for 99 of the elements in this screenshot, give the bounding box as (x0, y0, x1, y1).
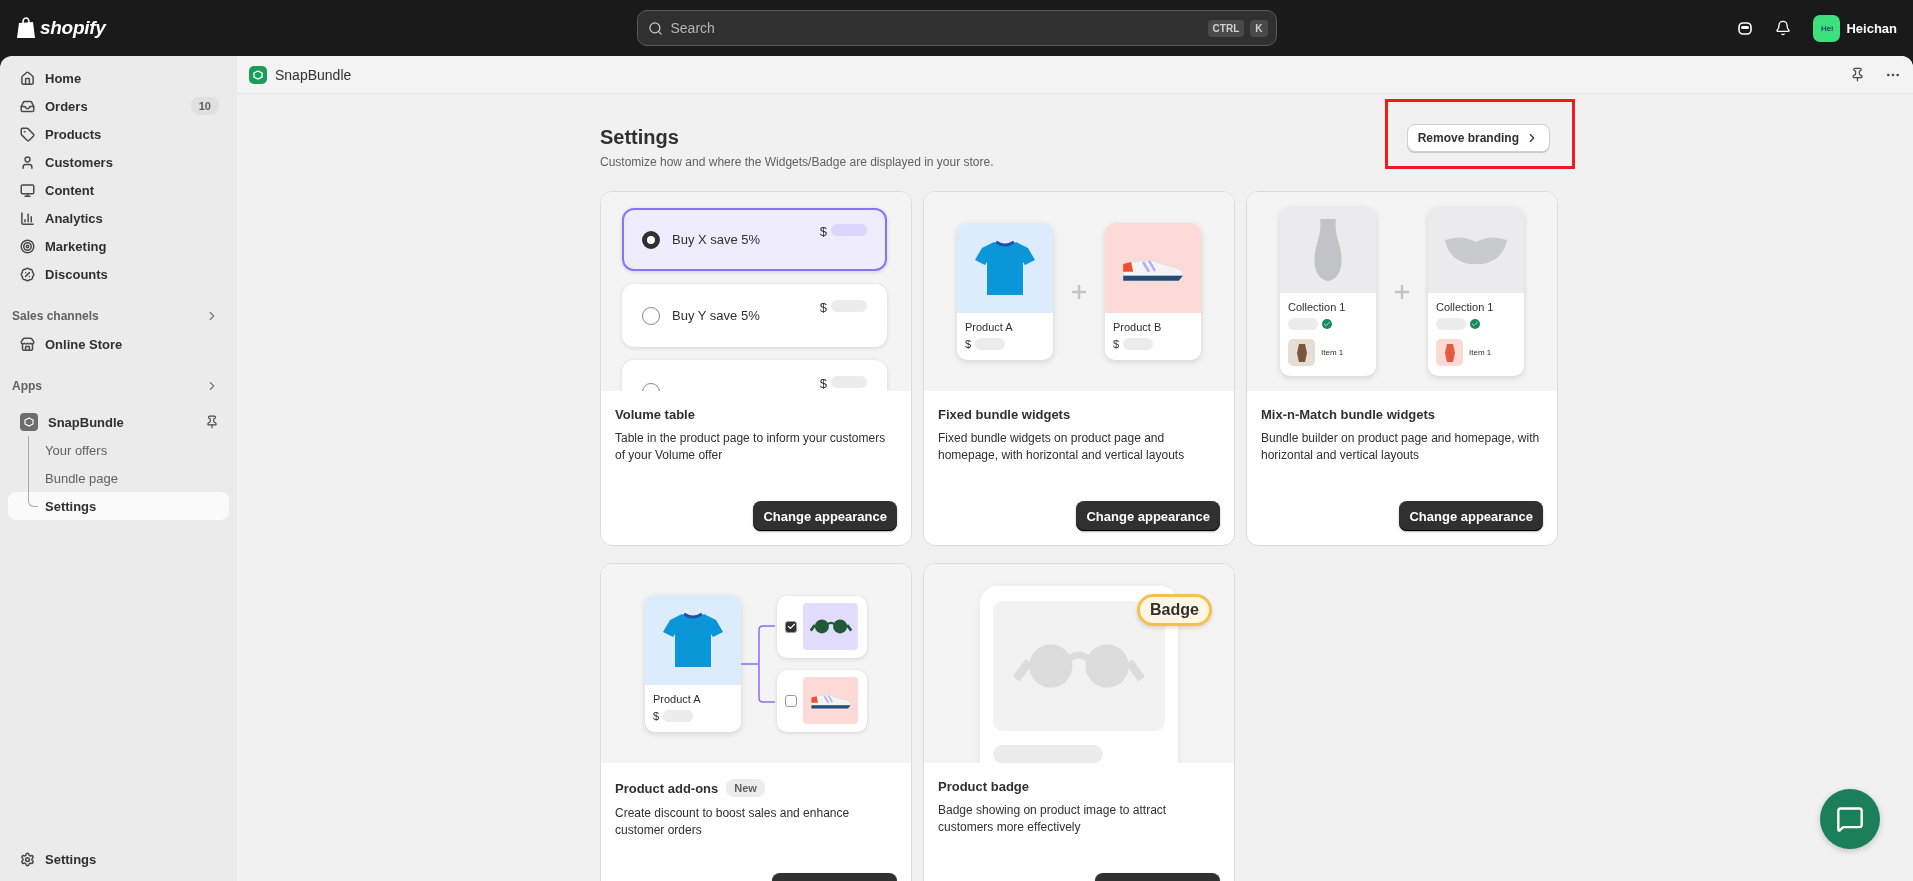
sunglasses-icon (809, 618, 852, 635)
card-description: Table in the product page to inform your customers of your Volume offer (615, 430, 887, 464)
chat-icon (1836, 805, 1864, 833)
option-label: Buy X save 5% (672, 232, 762, 247)
nav-item[interactable]: Analytics (8, 204, 229, 232)
shopping-bag-icon (16, 17, 36, 39)
user-avatar[interactable]: Hei (1813, 14, 1841, 42)
percent-badge-icon (20, 266, 35, 282)
remove-branding-button[interactable]: Remove branding (1406, 124, 1550, 152)
monitor-icon (20, 182, 35, 198)
card-title: Mix-n-Match bundle widgets (1261, 407, 1436, 422)
card-description: Bundle builder on product page and homepage, with horizontal and vertical layouts (1261, 430, 1541, 464)
plus-icon (1394, 283, 1410, 300)
keyboard-key: K (1250, 19, 1268, 37)
check-circle-icon (1322, 319, 1332, 329)
nav-item[interactable]: Content (8, 176, 229, 204)
plus-icon (1071, 283, 1087, 300)
nav-item[interactable]: Marketing (8, 232, 229, 260)
change-appearance-button[interactable]: Change appearance (1399, 501, 1543, 531)
card-title: Fixed bundle widgets (938, 407, 1071, 422)
radio-button[interactable] (642, 306, 660, 325)
card-title: Product badge (938, 779, 1029, 794)
section-title: Apps (12, 379, 42, 393)
app-title: SnapBundle (275, 66, 353, 83)
user-name[interactable]: Heichan (1846, 20, 1897, 36)
settings-icon (20, 851, 35, 867)
price-text: $ (819, 300, 827, 315)
price-text: $ (653, 710, 660, 722)
change-appearance-button[interactable]: Change appearance (1076, 501, 1220, 531)
price-text: $ (1113, 338, 1120, 350)
bar-chart-icon (20, 210, 35, 226)
radio-button[interactable] (642, 230, 660, 249)
card-title: Product add-ons (615, 780, 719, 796)
store-icon (20, 336, 35, 352)
search-field[interactable]: Search (668, 19, 1202, 37)
logo-text[interactable]: shopify (40, 17, 106, 39)
nav-item[interactable]: SnapBundle (8, 408, 229, 436)
pin-icon[interactable] (1850, 67, 1865, 82)
nav-item[interactable]: Customers (8, 148, 229, 176)
nav-item[interactable]: Products (8, 120, 229, 148)
nav-subitem[interactable]: Bundle page (8, 464, 229, 492)
addon-card[interactable] (777, 669, 867, 732)
app-icon (20, 413, 38, 431)
chat-button[interactable] (1820, 789, 1880, 849)
badge-label: Badge (1137, 594, 1212, 626)
card-title: Volume table (615, 407, 695, 422)
pin-icon[interactable] (205, 415, 219, 429)
item-name: Item 1 (1469, 348, 1492, 357)
nav-item[interactable]: Home (8, 64, 229, 92)
option-card[interactable]: Buy Y save 5% $ (622, 284, 887, 347)
checkbox[interactable] (785, 620, 797, 633)
option-card[interactable]: Buy X save 5% $ (622, 208, 887, 271)
vase-icon (1312, 217, 1344, 283)
bowl-icon (1443, 234, 1509, 266)
keyboard-key: CTRL (1207, 19, 1245, 37)
item-thumbnail (1436, 339, 1463, 366)
card-description: Create discount to boost sales and enhance customer orders (615, 805, 851, 839)
price-text: $ (965, 338, 972, 350)
nav-subitem[interactable]: Settings (8, 492, 229, 520)
page-subtitle: Customize how and where the Widgets/Badge are displayed in your store. (600, 155, 994, 169)
collection-name: Collection 1 (1436, 301, 1495, 313)
new-tag: New (726, 779, 765, 797)
product-name: Product A (965, 321, 1014, 333)
product-name: Product A (653, 693, 702, 705)
nav-item[interactable]: Orders 10 (8, 92, 229, 120)
tag-icon (20, 126, 35, 142)
home-icon (20, 70, 35, 86)
collection-name: Collection 1 (1288, 301, 1347, 313)
inbox-icon (20, 98, 35, 114)
item-thumbnail (1288, 339, 1315, 366)
nav-item[interactable]: Online Store (8, 330, 229, 358)
section-title: Sales channels (12, 309, 99, 323)
option-card[interactable]: $ (622, 360, 887, 391)
bell-icon[interactable] (1775, 20, 1792, 36)
page-title: Settings (600, 126, 680, 149)
search-icon (647, 20, 663, 36)
price-text: $ (819, 224, 827, 239)
app-logo-icon (249, 65, 267, 84)
product-name: Product B (1113, 321, 1163, 333)
check-circle-icon (1470, 319, 1480, 329)
price-text: $ (819, 376, 827, 391)
nav-item[interactable]: Settings (8, 845, 229, 873)
t-shirt-icon (662, 612, 724, 668)
search-bar[interactable]: Search CTRL K (636, 10, 1277, 46)
count-badge: 10 (190, 97, 219, 115)
nav-item[interactable]: Discounts (8, 260, 229, 288)
card-description: Badge showing on product image to attract customers more effectively (938, 802, 1168, 836)
item-name: Item 1 (1321, 348, 1344, 357)
t-shirt-icon (974, 240, 1036, 296)
target-icon (20, 238, 35, 254)
card-description: Fixed bundle widgets on product page and homepage, with horizontal and vertical layouts (938, 430, 1186, 464)
change-appearance-button[interactable]: Change appearance (753, 501, 897, 531)
checkbox[interactable] (785, 694, 797, 707)
nav-subitem[interactable]: Your offers (8, 436, 229, 464)
person-icon (20, 154, 35, 170)
option-label: Buy Y save 5% (672, 308, 761, 323)
addon-card[interactable] (777, 595, 867, 658)
tree-line (28, 436, 38, 507)
sneaker-icon (809, 691, 852, 710)
